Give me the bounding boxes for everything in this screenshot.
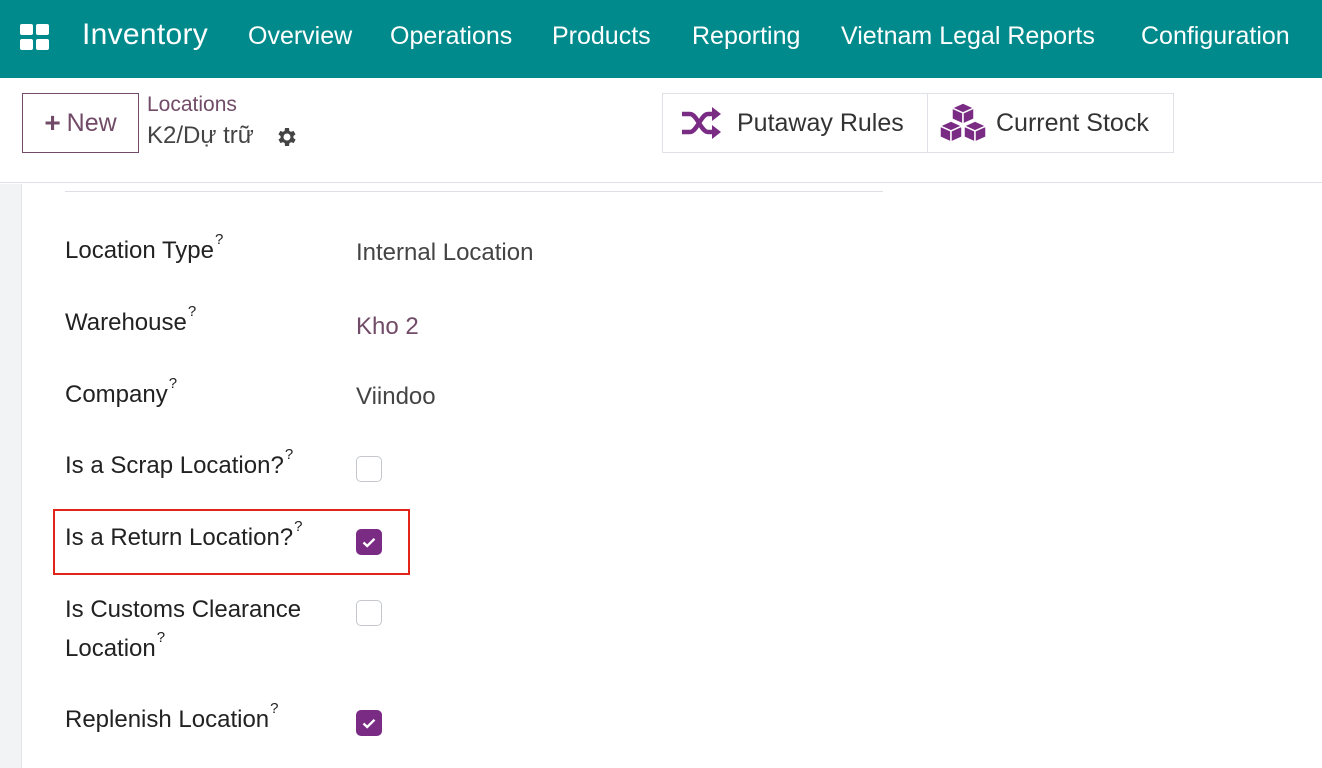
section-separator (65, 191, 883, 192)
return-location-checkbox[interactable] (356, 529, 382, 555)
putaway-rules-label: Putaway Rules (737, 108, 904, 137)
current-stock-label: Current Stock (996, 108, 1149, 137)
menu-vietnam-legal-reports[interactable]: Vietnam Legal Reports (841, 22, 1095, 51)
return-location-label: Is a Return Location?? (65, 518, 303, 551)
cubes-icon (938, 102, 988, 144)
help-tooltip-icon[interactable]: ? (215, 231, 223, 248)
menu-overview[interactable]: Overview (248, 22, 352, 51)
scrap-location-checkbox[interactable] (356, 456, 382, 482)
current-stock-button[interactable]: Current Stock (927, 93, 1174, 153)
customs-clearance-checkbox[interactable] (356, 600, 382, 626)
warehouse-label: Warehouse? (65, 303, 197, 336)
company-value[interactable]: Viindoo (356, 383, 436, 411)
new-button-label: New (66, 108, 117, 137)
checkmark-icon (362, 537, 376, 548)
customs-clearance-label-line1: Is Customs Clearance (65, 596, 302, 623)
shuffle-icon (682, 107, 721, 139)
company-label: Company? (65, 375, 178, 408)
menu-products[interactable]: Products (552, 22, 651, 51)
replenish-location-checkbox[interactable] (356, 710, 382, 736)
help-tooltip-icon[interactable]: ? (294, 518, 302, 535)
apps-menu-icon[interactable] (20, 24, 50, 50)
control-panel: + New Locations K2/Dự trữ Putaway Rules (0, 78, 1322, 183)
new-button[interactable]: + New (22, 93, 139, 153)
warehouse-link[interactable]: Kho 2 (356, 313, 419, 341)
location-type-value[interactable]: Internal Location (356, 239, 533, 267)
customs-clearance-label-line2: Location? (65, 629, 166, 662)
menu-reporting[interactable]: Reporting (692, 22, 800, 51)
menu-configuration[interactable]: Configuration (1141, 22, 1290, 51)
menu-operations[interactable]: Operations (390, 22, 512, 51)
record-name: K2/Dự trữ (147, 122, 254, 149)
putaway-rules-button[interactable]: Putaway Rules (662, 93, 928, 153)
replenish-location-label: Replenish Location? (65, 700, 279, 733)
breadcrumb-locations[interactable]: Locations (147, 93, 237, 117)
sheet-left-gutter (0, 184, 22, 768)
location-type-label: Location Type? (65, 231, 224, 264)
checkmark-icon (362, 718, 376, 729)
scrap-location-label: Is a Scrap Location?? (65, 446, 294, 479)
top-navbar: Inventory Overview Operations Products R… (0, 0, 1322, 78)
help-tooltip-icon[interactable]: ? (157, 629, 165, 646)
app-brand[interactable]: Inventory (82, 18, 208, 52)
gear-icon[interactable] (275, 125, 299, 149)
help-tooltip-icon[interactable]: ? (285, 446, 293, 463)
plus-icon: + (44, 107, 61, 138)
help-tooltip-icon[interactable]: ? (169, 375, 177, 392)
help-tooltip-icon[interactable]: ? (270, 700, 278, 717)
help-tooltip-icon[interactable]: ? (188, 303, 196, 320)
